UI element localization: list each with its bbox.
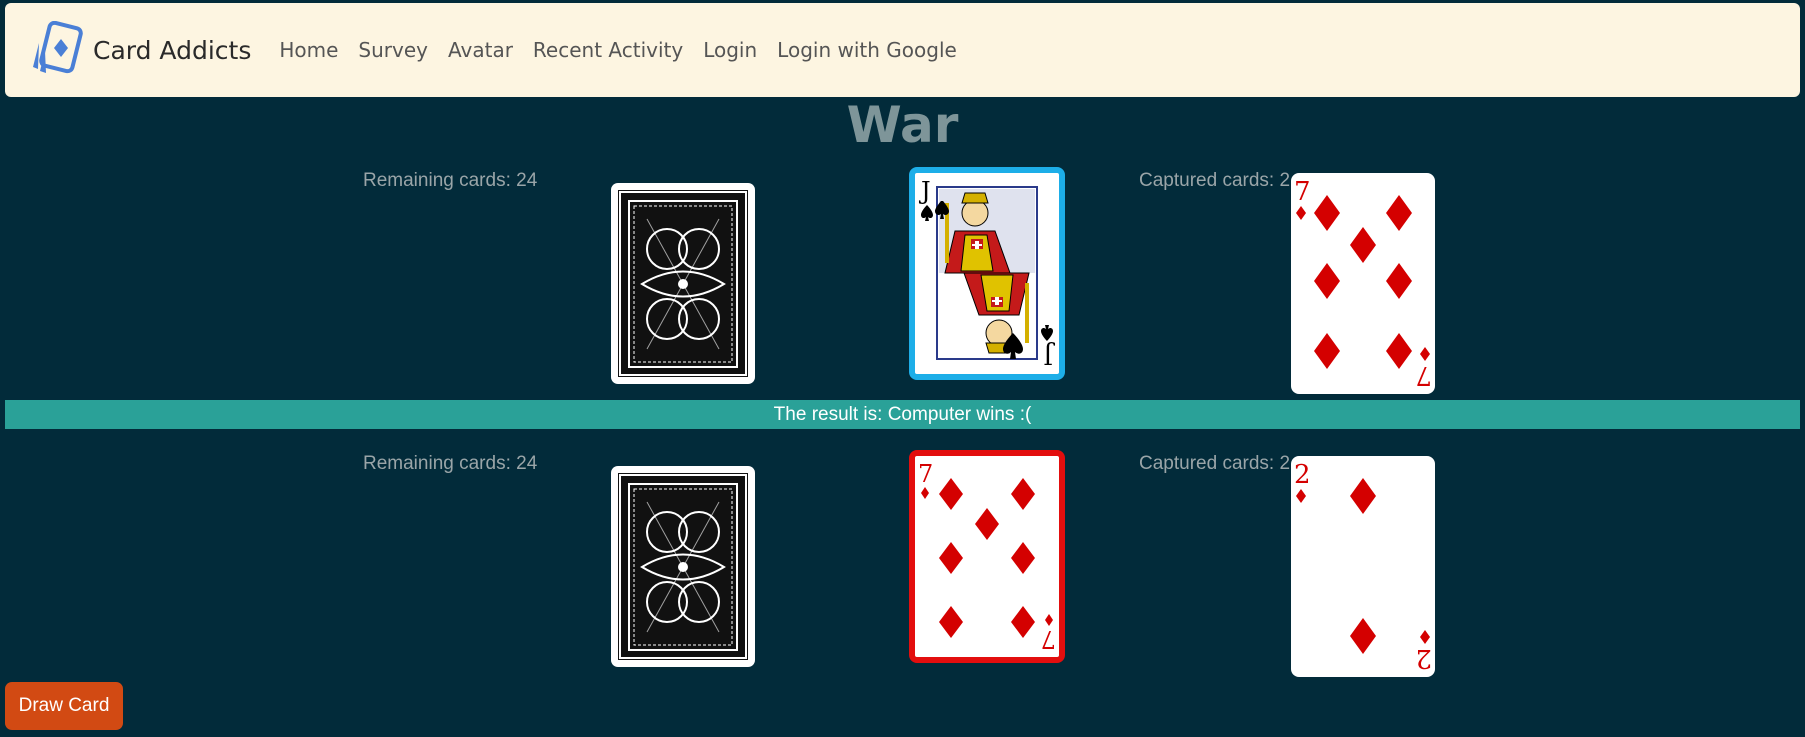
svg-text:J: J <box>918 177 931 205</box>
svg-text:2: 2 <box>1415 643 1432 673</box>
player-captured-pile: 2 2 <box>1291 456 1435 677</box>
computer-captured-label: Captured cards: 2 <box>1139 170 1291 191</box>
svg-text:7: 7 <box>1415 360 1432 390</box>
nav-login-google[interactable]: Login with Google <box>777 38 957 62</box>
computer-remaining-label: Remaining cards: 24 <box>363 170 538 191</box>
nav-recent-activity[interactable]: Recent Activity <box>533 38 683 62</box>
svg-text:7: 7 <box>1041 625 1056 653</box>
card-back-icon <box>628 482 738 651</box>
computer-deck[interactable] <box>611 183 755 384</box>
player-remaining-label: Remaining cards: 24 <box>363 453 538 474</box>
card-back-icon <box>628 199 738 368</box>
nav-survey[interactable]: Survey <box>358 38 428 62</box>
svg-text:7: 7 <box>1294 177 1311 207</box>
svg-text:J: J <box>1043 341 1056 369</box>
nav-avatar[interactable]: Avatar <box>448 38 513 62</box>
nav-login[interactable]: Login <box>703 38 757 62</box>
card-back-pattern <box>618 473 748 660</box>
svg-text:7: 7 <box>918 460 933 488</box>
card-back-pattern <box>618 190 748 377</box>
navbar: Card Addicts Home Survey Avatar Recent A… <box>5 3 1800 97</box>
nav-home[interactable]: Home <box>279 38 338 62</box>
computer-played-card: J J <box>909 167 1065 380</box>
brand-name: Card Addicts <box>93 35 252 65</box>
computer-captured-pile: 7 7 <box>1291 173 1435 394</box>
player-played-card: 7 7 <box>909 450 1065 663</box>
jack-of-spades-icon: J J <box>918 177 1056 369</box>
card-logo-icon <box>33 21 83 74</box>
two-of-diamonds-icon: 2 2 <box>1294 460 1432 673</box>
svg-text:2: 2 <box>1294 460 1311 490</box>
draw-card-button[interactable]: Draw Card <box>5 682 123 730</box>
player-deck[interactable] <box>611 466 755 667</box>
player-captured-label: Captured cards: 2 <box>1139 453 1291 474</box>
page-title: War <box>846 96 959 154</box>
result-banner: The result is: Computer wins :( <box>5 400 1800 429</box>
nav-links: Home Survey Avatar Recent Activity Login… <box>269 38 966 62</box>
brand[interactable]: Card Addicts <box>25 21 269 79</box>
seven-of-diamonds-icon: 7 7 <box>1294 177 1432 390</box>
seven-of-diamonds-icon: 7 7 <box>918 460 1056 653</box>
